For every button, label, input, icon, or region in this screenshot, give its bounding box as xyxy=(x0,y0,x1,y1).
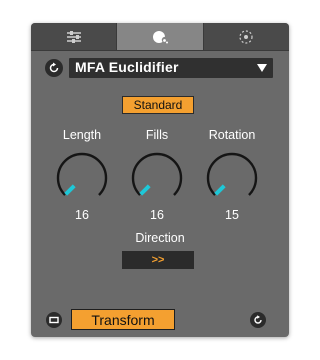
knob-value: 15 xyxy=(225,208,239,222)
fills-knob[interactable] xyxy=(130,151,184,205)
knob-indicator xyxy=(64,184,76,196)
rotation-knob[interactable] xyxy=(205,151,259,205)
knob-group-rotation: Rotation 15 xyxy=(197,127,267,223)
tab-preset[interactable] xyxy=(117,23,204,50)
knob-track xyxy=(56,152,108,196)
circle-dots-icon xyxy=(239,29,253,44)
knob-label: Fills xyxy=(145,128,169,142)
knob-label: Length xyxy=(62,128,102,142)
knob-value: 16 xyxy=(150,208,164,222)
knob-indicator xyxy=(214,184,226,196)
knob-label: Rotation xyxy=(208,128,256,142)
device-refresh-button[interactable] xyxy=(45,59,63,77)
device-panel: MFA Euclidifier Standard Length 16 Fills… xyxy=(31,23,289,337)
sliders-icon xyxy=(66,30,81,43)
tab-bar xyxy=(31,23,289,51)
device-select[interactable]: MFA Euclidifier xyxy=(69,58,273,78)
knob-group-fills: Fills 16 xyxy=(122,127,192,223)
device-name: MFA Euclidifier xyxy=(75,59,179,75)
knob-track xyxy=(131,152,183,196)
tab-controls[interactable] xyxy=(31,23,118,50)
chevron-down-icon xyxy=(257,64,267,72)
knob-group-length: Length 16 xyxy=(47,127,117,223)
reset-button[interactable] xyxy=(250,312,266,328)
device-row: MFA Euclidifier xyxy=(45,58,277,78)
knob-track xyxy=(206,152,258,196)
length-knob[interactable] xyxy=(55,151,109,205)
knob-indicator xyxy=(139,184,151,196)
direction-label: Direction xyxy=(135,231,185,245)
palette-icon xyxy=(152,30,169,43)
refresh-icon xyxy=(254,315,262,324)
refresh-icon xyxy=(49,62,59,73)
loop-icon xyxy=(49,316,59,324)
tab-settings[interactable] xyxy=(204,23,289,50)
knob-value: 16 xyxy=(75,208,89,222)
footer: Transform xyxy=(31,309,289,331)
mode-button[interactable]: Standard xyxy=(122,96,194,114)
direction-button[interactable]: >> xyxy=(122,251,194,269)
transform-button[interactable]: Transform xyxy=(71,309,175,330)
loop-button[interactable] xyxy=(46,312,62,328)
